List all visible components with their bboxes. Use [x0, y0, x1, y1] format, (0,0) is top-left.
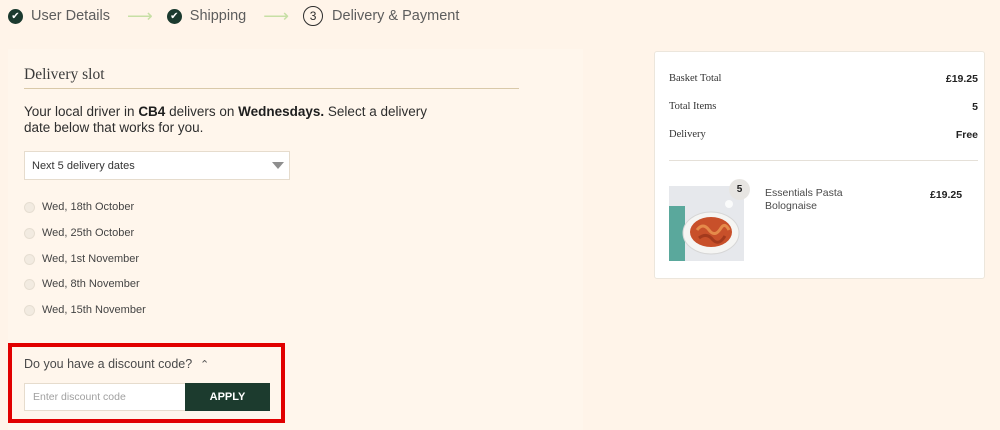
chevron-up-icon[interactable]: ⌃: [200, 358, 209, 371]
discount-placeholder: Enter discount code: [33, 391, 126, 403]
product-name: Essentials Pasta Bolognaise: [765, 187, 843, 212]
date-option[interactable]: Wed, 25th October: [24, 227, 134, 239]
step-number: 3: [303, 6, 324, 26]
delivery-info-text: Your local driver in CB4 delivers on Wed…: [24, 104, 427, 135]
delivery-label: Delivery: [669, 129, 706, 140]
date-option[interactable]: Wed, 15th November: [24, 304, 146, 316]
step-label: User Details: [31, 8, 110, 24]
total-items-row: Total Items 5: [669, 101, 978, 113]
select-value: Next 5 delivery dates: [32, 159, 135, 172]
checkout-stepper: ✔ User Details ⟶ ✔ Shipping ⟶ 3 Delivery…: [8, 5, 459, 27]
radio-button[interactable]: [24, 278, 35, 290]
date-label: Wed, 18th October: [42, 201, 135, 213]
discount-code-input[interactable]: Enter discount code: [24, 383, 186, 411]
quantity-badge: 5: [729, 179, 750, 200]
product-price: £19.25: [930, 189, 963, 201]
postcode: CB4: [138, 104, 166, 119]
basket-total-row: Basket Total £19.25: [669, 73, 978, 85]
total-items-label: Total Items: [669, 101, 717, 112]
arrow-right-icon: ⟶: [263, 6, 290, 26]
date-option[interactable]: Wed, 8th November: [24, 278, 140, 290]
radio-button[interactable]: [24, 201, 35, 213]
total-items-value: 5: [972, 101, 978, 113]
date-label: Wed, 25th October: [42, 227, 135, 239]
delivery-day: Wednesdays.: [238, 104, 325, 119]
delivery-slot-title: Delivery slot: [24, 66, 105, 83]
date-label: Wed, 1st November: [42, 253, 140, 265]
date-option[interactable]: Wed, 18th October: [24, 201, 134, 213]
step-delivery-payment: 3 Delivery & Payment: [303, 6, 459, 26]
date-label: Wed, 8th November: [42, 278, 140, 290]
delivery-row: Delivery Free: [669, 129, 978, 141]
divider: [24, 88, 519, 89]
delivery-dates-select[interactable]: Next 5 delivery dates: [24, 151, 290, 180]
basket-total-value: £19.25: [945, 73, 978, 85]
step-user-details[interactable]: ✔ User Details: [8, 8, 110, 24]
date-label: Wed, 15th November: [42, 304, 146, 316]
chevron-down-icon: [272, 162, 284, 169]
radio-button[interactable]: [24, 304, 35, 316]
basket-total-label: Basket Total: [669, 73, 722, 84]
check-icon: ✔: [8, 8, 23, 24]
radio-button[interactable]: [24, 227, 35, 239]
radio-button[interactable]: [24, 253, 35, 265]
step-label: Delivery & Payment: [332, 8, 460, 24]
step-shipping[interactable]: ✔ Shipping: [166, 8, 247, 24]
apply-button[interactable]: APPLY: [185, 383, 270, 411]
arrow-right-icon: ⟶: [126, 6, 153, 26]
date-option[interactable]: Wed, 1st November: [24, 253, 139, 265]
discount-toggle[interactable]: Do you have a discount code?: [24, 357, 192, 371]
delivery-value: Free: [955, 129, 978, 141]
divider: [669, 160, 978, 161]
step-label: Shipping: [189, 8, 247, 24]
check-icon: ✔: [166, 8, 182, 24]
